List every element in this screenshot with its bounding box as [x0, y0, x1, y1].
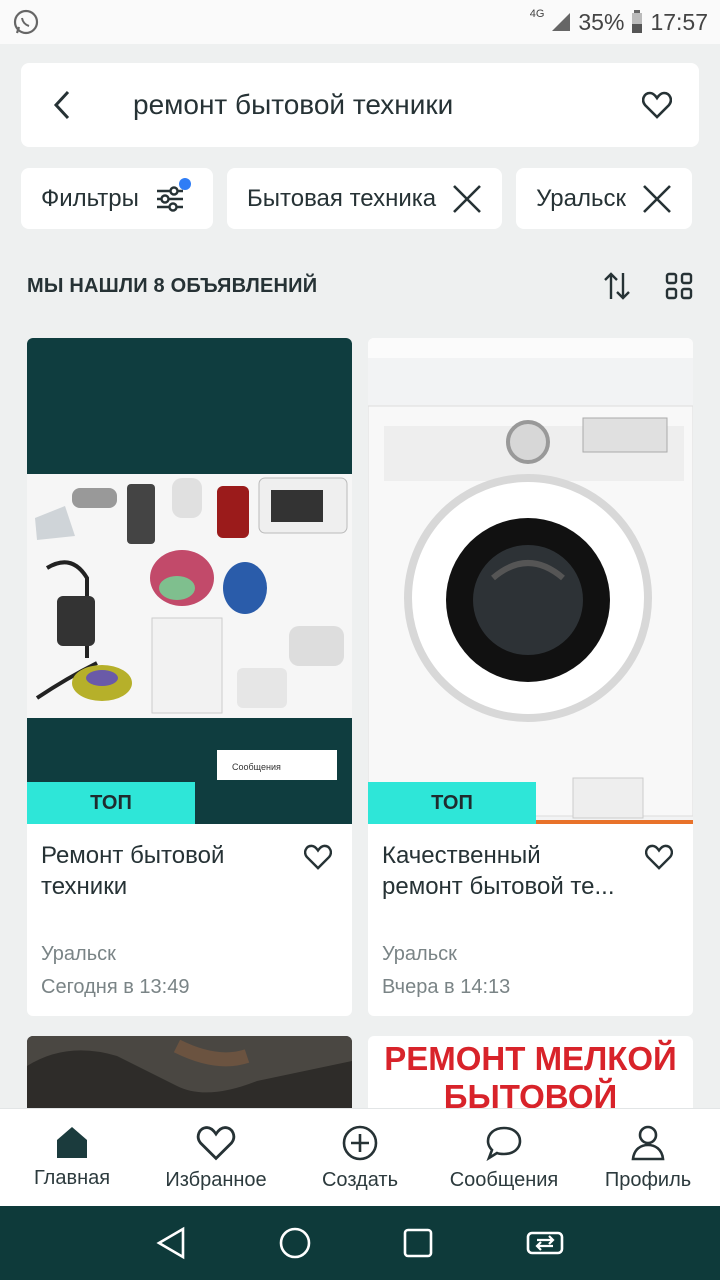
search-query[interactable]: ремонт бытовой техники: [105, 89, 615, 121]
category-chip[interactable]: Бытовая техника: [227, 168, 503, 229]
listing-photo[interactable]: [27, 1036, 352, 1116]
sliders-icon: [155, 177, 191, 214]
back-triangle-icon[interactable]: [155, 1226, 187, 1260]
nav-label: Сообщения: [449, 1169, 559, 1191]
battery-icon: [632, 10, 643, 33]
category-chip-label: Бытовая техника: [247, 184, 437, 212]
listing-title[interactable]: Ремонт бытовой техники: [41, 840, 281, 902]
bottom-navigation: Главная Избранное Создать Сообщения Проф…: [0, 1108, 720, 1206]
listing-city: Уральск: [382, 943, 457, 965]
home-icon: [57, 1127, 87, 1158]
results-count: МЫ НАШЛИ 8 ОБЪЯВЛЕНИЙ: [27, 274, 318, 297]
battery-level: 35%: [578, 8, 625, 35]
recents-square-icon[interactable]: [402, 1227, 434, 1259]
sort-icon[interactable]: [603, 271, 631, 301]
nav-label: Избранное: [165, 1169, 267, 1191]
image-button-text: Сообщения: [232, 762, 281, 772]
chat-icon: [486, 1126, 522, 1161]
plus-circle-icon: [342, 1125, 378, 1161]
appliances-image: Сообщения: [27, 474, 352, 780]
home-circle-icon[interactable]: [278, 1226, 312, 1260]
clock: 17:57: [650, 8, 708, 35]
close-icon[interactable]: [642, 184, 672, 214]
whatsapp-icon: [13, 9, 39, 35]
heart-icon[interactable]: [304, 844, 332, 870]
status-bar: 4G 35% 17:57: [0, 0, 720, 44]
back-button[interactable]: [21, 63, 105, 147]
profile-icon: [631, 1125, 665, 1161]
grid-view-icon[interactable]: [665, 272, 693, 300]
close-icon[interactable]: [452, 184, 482, 214]
nav-label: Создать: [321, 1169, 398, 1191]
heart-icon[interactable]: [645, 844, 673, 870]
nav-profile[interactable]: Профиль: [576, 1109, 720, 1206]
search-bar: ремонт бытовой техники: [21, 63, 699, 147]
top-badge: ТОП: [27, 782, 195, 824]
switch-app-icon[interactable]: [525, 1228, 565, 1258]
signal-icon: [552, 13, 571, 31]
listing-date: Вчера в 14:13: [382, 976, 511, 998]
ad-image-text: РЕМОНТ МЕЛКОЙ: [384, 1040, 677, 1077]
washing-machine-image: [368, 358, 693, 824]
listing-photo[interactable]: ТОП: [368, 338, 693, 824]
listing-card[interactable]: РЕМОНТ МЕЛКОЙ БЫТОВОЙ: [368, 1036, 693, 1116]
nav-create[interactable]: Создать: [288, 1109, 432, 1206]
nav-label: Профиль: [604, 1169, 692, 1191]
listing-card[interactable]: [27, 1036, 352, 1116]
nav-label: Главная: [33, 1167, 111, 1189]
chevron-left-icon: [53, 90, 70, 120]
filters-label: Фильтры: [41, 184, 139, 212]
save-search-button[interactable]: [615, 63, 699, 147]
listing-card[interactable]: ТОП Качественный ремонт бытовой те... Ур…: [368, 338, 693, 1016]
listing-date: Сегодня в 13:49: [41, 976, 190, 998]
results-header: МЫ НАШЛИ 8 ОБЪЯВЛЕНИЙ: [27, 264, 693, 308]
system-navigation-bar: [0, 1206, 720, 1280]
nav-home[interactable]: Главная: [0, 1109, 144, 1206]
city-chip-label: Уральск: [536, 184, 627, 212]
listing-photo[interactable]: Сообщения ТОП: [27, 338, 352, 824]
active-filter-dot: [178, 177, 191, 190]
network-type: 4G: [529, 8, 545, 20]
top-badge: ТОП: [368, 782, 536, 824]
listing-title[interactable]: Качественный ремонт бытовой те...: [382, 840, 622, 902]
listing-city: Уральск: [41, 943, 116, 965]
nav-favorites[interactable]: Избранное: [144, 1109, 288, 1206]
heart-icon: [196, 1126, 236, 1161]
heart-icon: [642, 91, 672, 119]
nav-messages[interactable]: Сообщения: [432, 1109, 576, 1206]
filter-chips: Фильтры Бытовая техника Уральск: [21, 168, 720, 229]
filters-chip[interactable]: Фильтры: [21, 168, 213, 229]
listing-card[interactable]: Сообщения ТОП Ремонт бытовой техники Ура…: [27, 338, 352, 1016]
city-chip[interactable]: Уральск: [516, 168, 693, 229]
